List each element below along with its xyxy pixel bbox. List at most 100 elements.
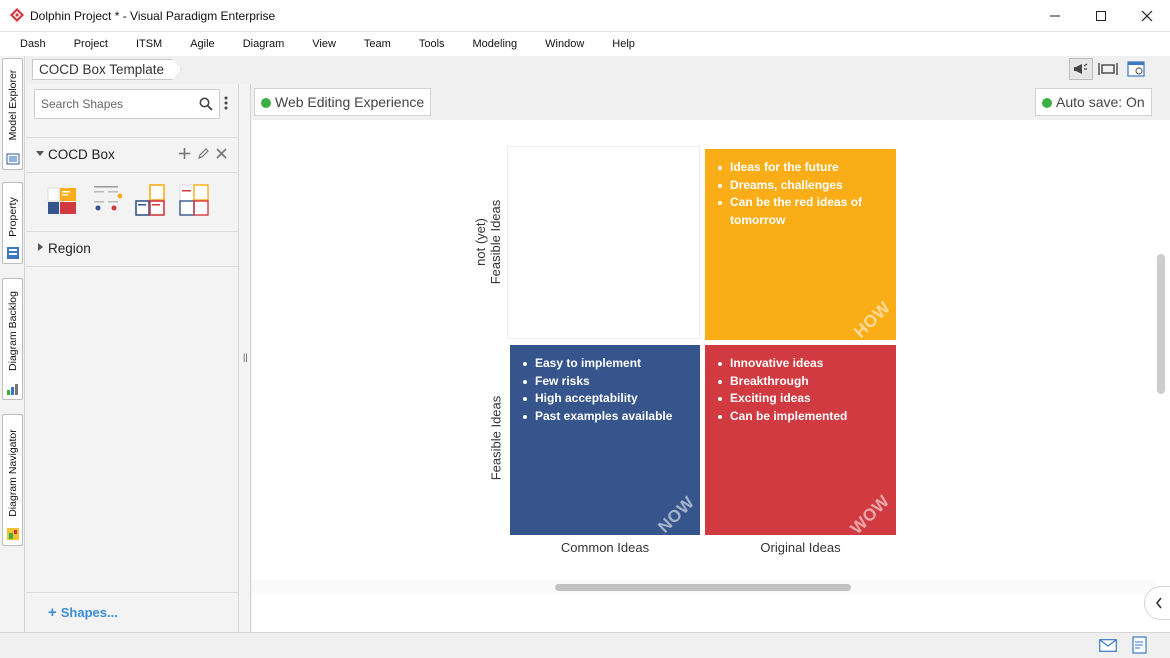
tab-property-label: Property [6, 197, 19, 237]
minimize-button[interactable] [1032, 0, 1078, 32]
horizontal-scrollbar[interactable] [252, 580, 1156, 594]
status-bar [0, 632, 1170, 658]
wow-item: Exciting ideas [713, 390, 847, 408]
quadrant-now[interactable]: Easy to implement Few risks High accepta… [510, 345, 700, 537]
axis-label-common: Common Ideas [560, 540, 650, 555]
announcement-button[interactable] [1069, 58, 1093, 80]
tab-diagram-backlog[interactable]: Diagram Backlog [2, 278, 23, 400]
diagram-settings-icon [1127, 61, 1145, 77]
more-shapes-label: Shapes... [60, 605, 118, 620]
axis-label-not-yet-feasible: not (yet) Feasible Ideas [473, 200, 503, 285]
quadrant-empty[interactable] [507, 146, 700, 339]
edit-icon[interactable] [197, 148, 209, 160]
cocd-shape-thumbnail-4[interactable] [178, 182, 210, 218]
group-region-label: Region [48, 241, 91, 256]
property-icon [7, 247, 19, 259]
menu-tools[interactable]: Tools [405, 32, 459, 56]
side-tab-strip: Model Explorer Property Diagram Backlog … [0, 56, 25, 632]
wow-item: Innovative ideas [713, 355, 847, 373]
model-explorer-icon [6, 153, 20, 165]
now-item: High acceptability [518, 390, 672, 408]
menu-modeling[interactable]: Modeling [459, 32, 532, 56]
canvas-header: Web Editing Experience Auto save: On [252, 84, 1170, 120]
plus-icon: + [48, 604, 57, 621]
vertical-scroll-thumb[interactable] [1157, 254, 1165, 394]
menu-help[interactable]: Help [598, 32, 649, 56]
tab-model-explorer[interactable]: Model Explorer [2, 58, 23, 170]
minimize-icon [1050, 15, 1060, 17]
fit-diagram-button[interactable] [1096, 58, 1120, 80]
divider [26, 172, 239, 173]
close-icon[interactable] [216, 148, 227, 159]
menu-agile[interactable]: Agile [176, 32, 228, 56]
menu-bar: Dash Project ITSM Agile Diagram View Tea… [0, 32, 1170, 56]
how-item: Ideas for the future [713, 159, 863, 177]
axis-label-feasible: Feasible Ideas [488, 395, 504, 481]
divider [26, 592, 239, 593]
megaphone-icon [1074, 63, 1088, 74]
menu-window[interactable]: Window [531, 32, 598, 56]
diagram-navigator-icon [7, 528, 19, 540]
maximize-icon [1096, 11, 1106, 21]
cocd-shape-thumbnail-1[interactable] [46, 182, 78, 218]
menu-diagram[interactable]: Diagram [229, 32, 299, 56]
search-shapes-input[interactable] [35, 90, 195, 118]
diagram-backlog-icon [7, 384, 18, 395]
tab-diagram-navigator-label: Diagram Navigator [6, 429, 19, 517]
chevron-down-icon [36, 151, 44, 156]
tab-diagram-navigator[interactable]: Diagram Navigator [2, 414, 23, 546]
menu-itsm[interactable]: ITSM [122, 32, 176, 56]
wow-item: Can be implemented [713, 408, 847, 426]
web-editing-badge[interactable]: Web Editing Experience [254, 88, 432, 116]
divider [26, 231, 239, 232]
cocd-shape-thumbnail-2[interactable] [90, 182, 122, 218]
now-list: Easy to implement Few risks High accepta… [518, 355, 672, 425]
group-region[interactable]: Region [26, 233, 239, 263]
auto-save-label: Auto save: On [1056, 94, 1145, 110]
more-shapes-link[interactable]: + Shapes... [48, 604, 118, 621]
group-cocd-box[interactable]: COCD Box [26, 139, 239, 169]
panel-splitter[interactable]: || [239, 84, 251, 632]
cocd-shape-thumbnails [44, 182, 224, 222]
close-icon [1141, 10, 1153, 22]
axis-label-original: Original Ideas [760, 540, 841, 555]
chevron-right-icon [38, 243, 43, 251]
wow-item: Breakthrough [713, 373, 847, 391]
add-icon[interactable] [179, 148, 190, 159]
close-window-button[interactable] [1124, 0, 1170, 32]
menu-project[interactable]: Project [60, 32, 122, 56]
now-item: Few risks [518, 373, 672, 391]
cocd-shape-thumbnail-3[interactable] [134, 182, 166, 218]
quadrant-how[interactable]: Ideas for the future Dreams, challenges … [705, 149, 896, 342]
quadrant-wow[interactable]: Innovative ideas Breakthrough Exciting i… [705, 345, 896, 538]
menu-team[interactable]: Team [350, 32, 405, 56]
collapse-panel-button[interactable] [1144, 586, 1170, 620]
mail-icon[interactable] [1099, 639, 1117, 652]
diagram-canvas-area: Web Editing Experience Auto save: On Ide… [252, 84, 1170, 632]
breadcrumb-bar: COCD Box Template [26, 56, 1170, 84]
menu-view[interactable]: View [298, 32, 350, 56]
search-icon[interactable] [199, 97, 213, 111]
diagram-settings-button[interactable] [1124, 58, 1148, 80]
tab-property[interactable]: Property [2, 182, 23, 264]
how-item: Can be the red ideas of tomorrow [713, 194, 863, 229]
maximize-button[interactable] [1078, 0, 1124, 32]
now-item: Past examples available [518, 408, 672, 426]
shapes-panel: COCD Box Region +Shapes... [26, 84, 239, 632]
notes-icon[interactable] [1132, 636, 1148, 654]
visual-paradigm-logo-icon [10, 8, 24, 22]
auto-save-badge[interactable]: Auto save: On [1035, 88, 1152, 116]
breadcrumb[interactable]: COCD Box Template [32, 59, 182, 80]
window-title: Dolphin Project * - Visual Paradigm Ente… [30, 9, 276, 23]
tab-diagram-backlog-label: Diagram Backlog [6, 291, 19, 371]
more-options-icon[interactable] [224, 96, 228, 110]
horizontal-scroll-thumb[interactable] [555, 584, 851, 591]
divider [26, 137, 239, 138]
wow-tag: WOW [846, 491, 894, 538]
axis-label-line: not (yet) [473, 218, 488, 266]
splitter-grip-icon: || [243, 352, 248, 362]
how-item: Dreams, challenges [713, 177, 863, 195]
menu-dash[interactable]: Dash [6, 32, 60, 56]
diagram-canvas[interactable]: Ideas for the future Dreams, challenges … [252, 120, 1156, 580]
divider [26, 266, 239, 267]
